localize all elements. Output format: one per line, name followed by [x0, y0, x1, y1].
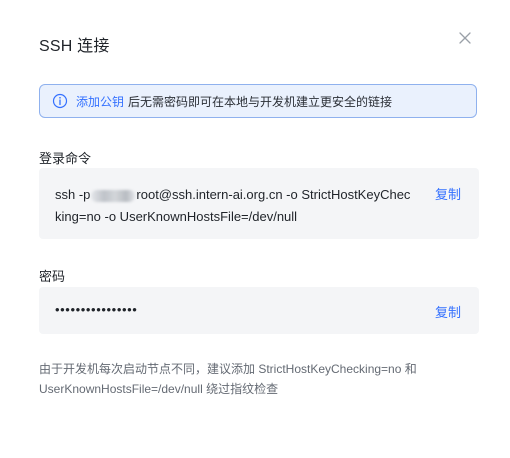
password-label: 密码: [39, 269, 66, 284]
copy-command-button[interactable]: 复制: [435, 184, 461, 206]
fingerprint-note: 由于开发机每次启动节点不同，建议添加 StrictHostKeyChecking…: [39, 359, 439, 399]
command-line2: king=no -o UserKnownHostsFile=/dev/null: [55, 209, 298, 224]
ssh-connection-dialog: SSH 连接 添加公钥 后无需密码即可在本地与开发机建立更安全的链接 登录命令 …: [0, 0, 510, 458]
info-icon: [52, 93, 68, 109]
login-command-label: 登录命令: [39, 151, 92, 166]
login-command-text: ssh -p root@ssh.intern-ai.org.cn -o Stric…: [55, 184, 425, 228]
copy-password-button[interactable]: 复制: [435, 302, 461, 321]
alert-message: 后无需密码即可在本地与开发机建立更安全的链接: [128, 94, 393, 109]
add-public-key-link[interactable]: 添加公钥: [76, 93, 124, 110]
command-line1-rest: root@ssh.intern-ai.org.cn -o StrictHostK…: [136, 187, 411, 202]
note-line1: 由于开发机每次启动节点不同，建议添加 StrictHostKeyChecking…: [39, 362, 417, 376]
password-box: •••••••••••••••• 复制: [39, 287, 479, 334]
command-prefix: ssh -p: [55, 187, 91, 202]
note-line2: UserKnownHostsFile=/dev/null 绕过指纹检查: [39, 382, 279, 396]
password-value: ••••••••••••••••: [55, 302, 138, 317]
close-icon: [459, 32, 471, 44]
close-button[interactable]: [455, 28, 475, 48]
info-alert: 添加公钥 后无需密码即可在本地与开发机建立更安全的链接: [39, 84, 477, 118]
login-command-box: ssh -p root@ssh.intern-ai.org.cn -o Stric…: [39, 168, 479, 239]
redacted-port: [91, 189, 136, 202]
dialog-title: SSH 连接: [39, 38, 110, 55]
